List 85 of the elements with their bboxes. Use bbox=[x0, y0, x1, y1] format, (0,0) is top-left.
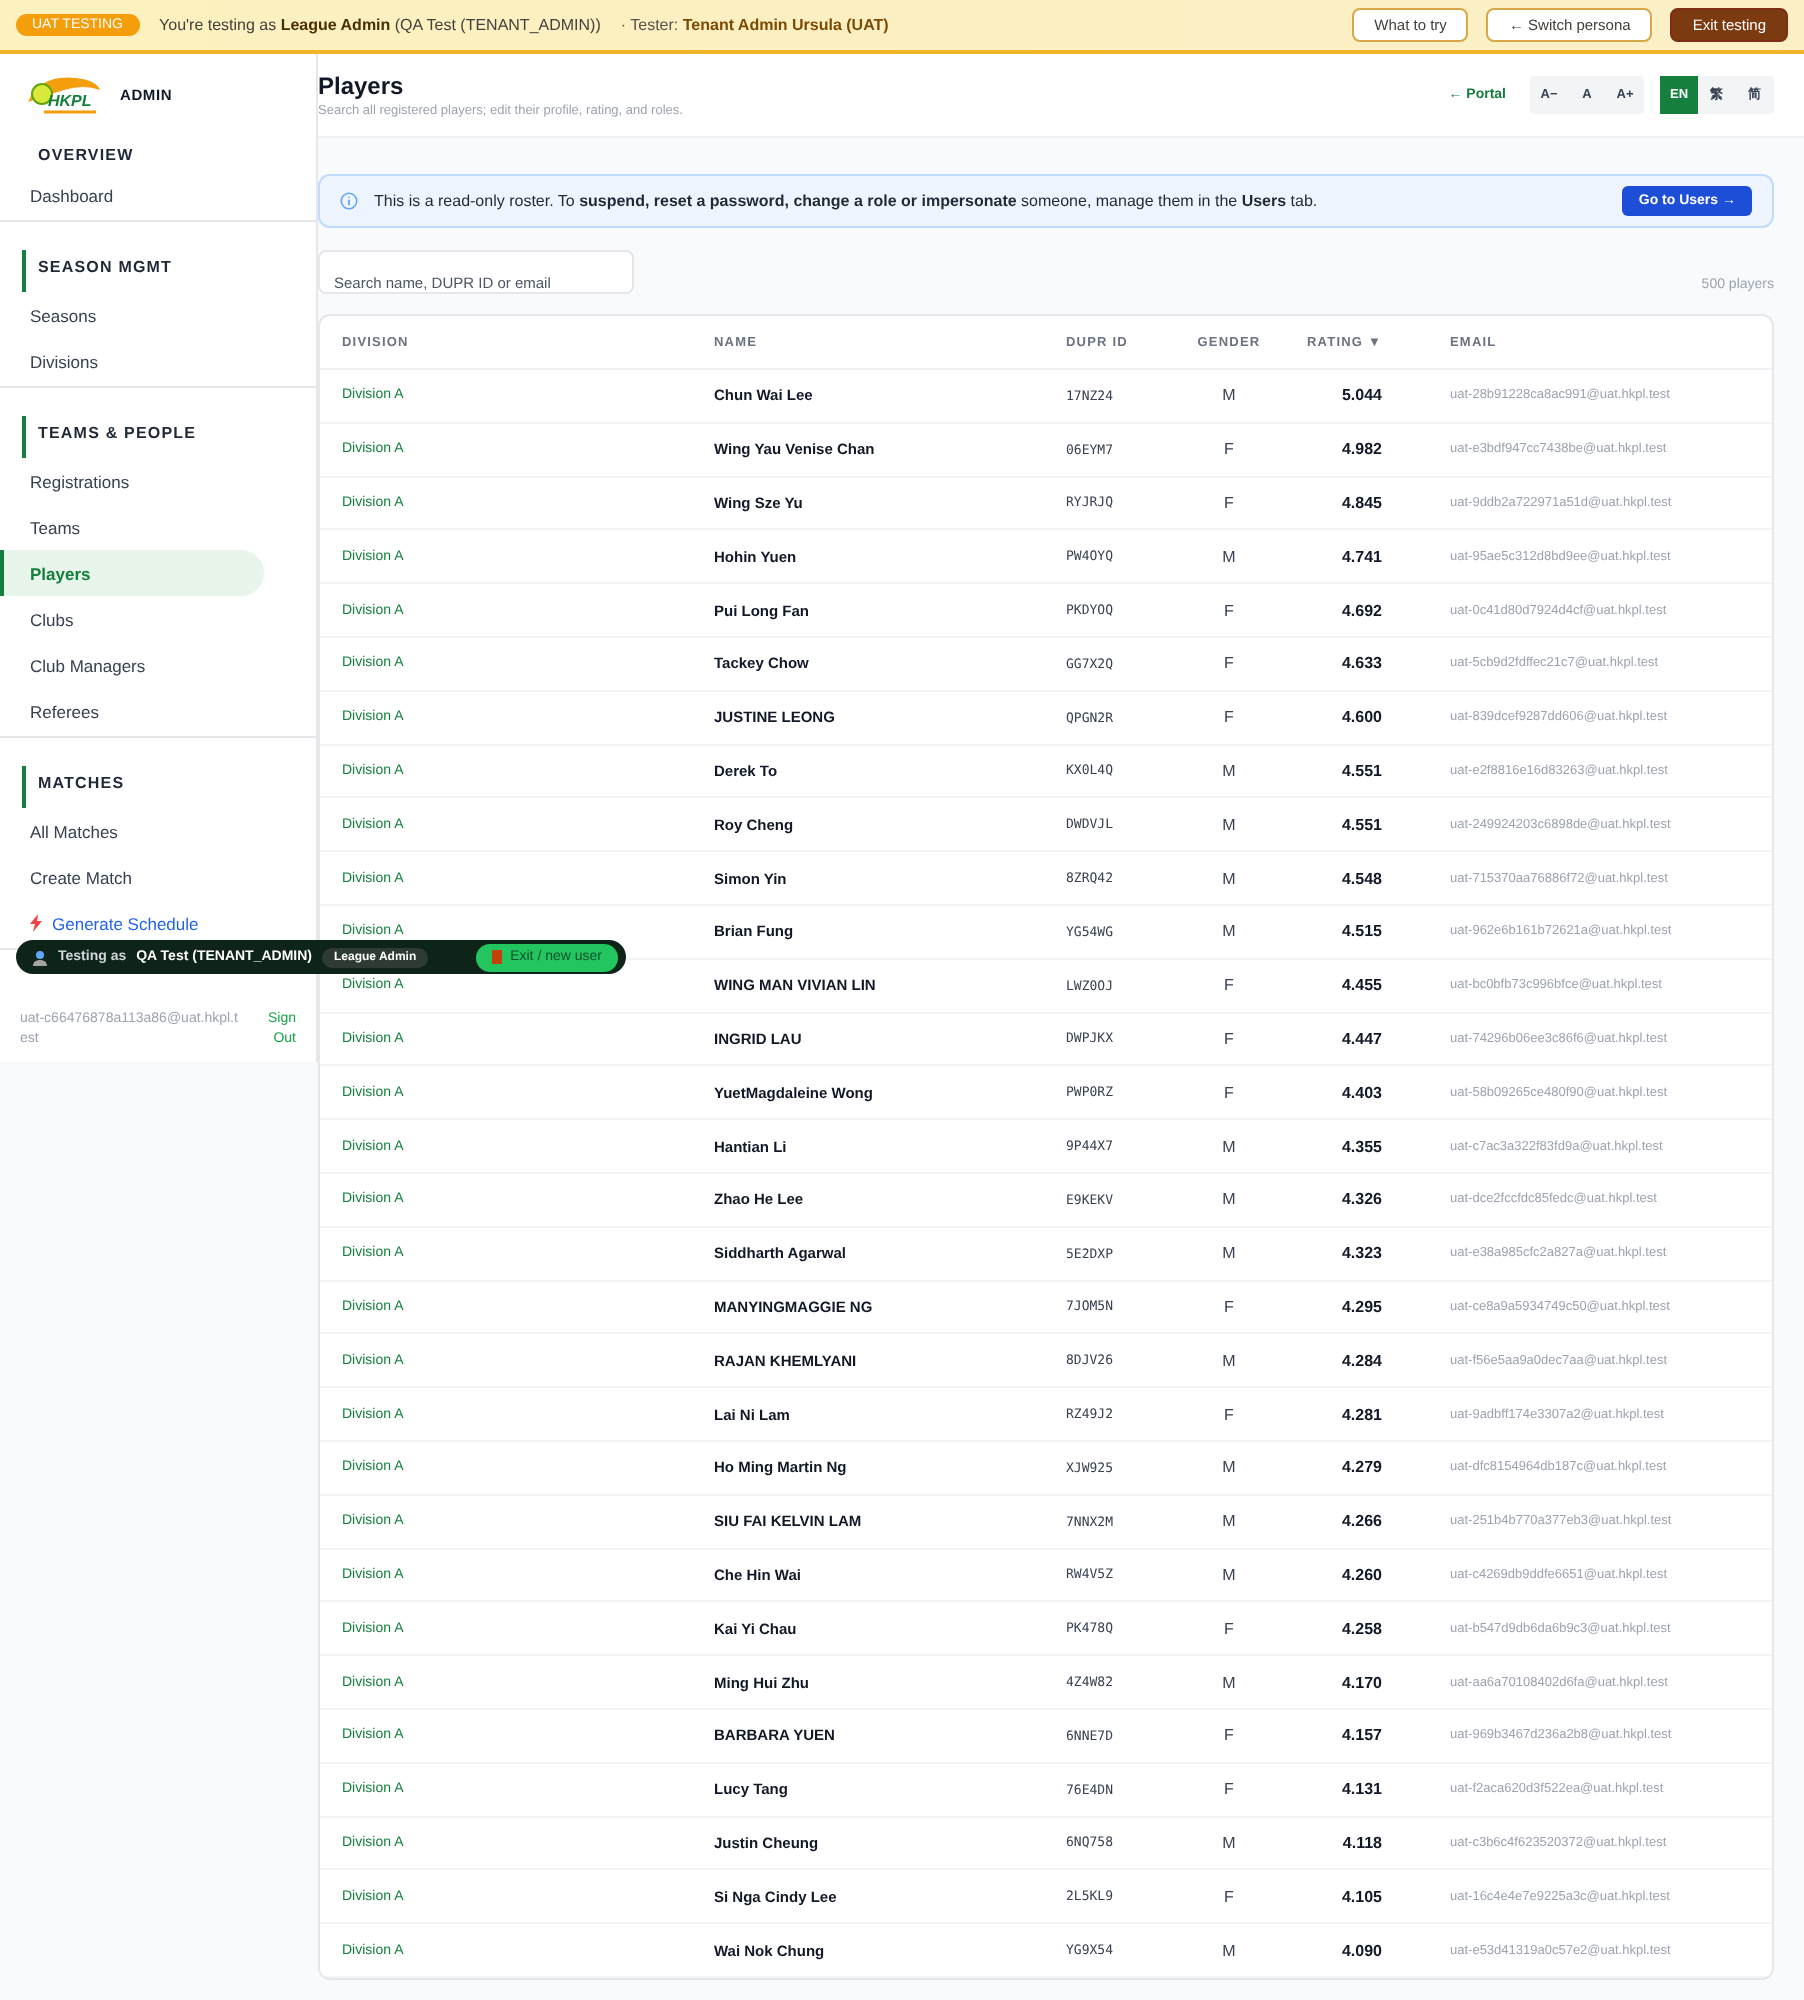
sidebar-item[interactable]: All Matches bbox=[0, 808, 316, 854]
sidebar-item[interactable]: Registrations bbox=[0, 458, 316, 504]
rating-cell-text: 4.260 bbox=[1339, 1565, 1382, 1584]
gender-cell-text: F bbox=[1222, 440, 1236, 459]
gender-cell-text: F bbox=[1222, 654, 1236, 673]
rating-cell-text: 5.044 bbox=[1339, 386, 1382, 405]
rating-cell-text: 4.741 bbox=[1339, 547, 1382, 566]
rating-cell-text: 4.131 bbox=[1339, 1780, 1382, 1799]
rating-cell-text: 4.266 bbox=[1339, 1512, 1382, 1531]
gender-cell-text: F bbox=[1222, 1297, 1236, 1316]
rating-cell-text: 4.258 bbox=[1339, 1619, 1382, 1638]
info-icon bbox=[340, 192, 358, 210]
sidebar-item[interactable]: Divisions bbox=[0, 338, 316, 384]
rating-cell-text: 4.600 bbox=[1339, 708, 1382, 727]
rating-cell-text: 4.323 bbox=[1339, 1244, 1382, 1263]
gender-cell-text: F bbox=[1222, 1726, 1236, 1745]
gender-cell-text: M bbox=[1220, 869, 1238, 888]
gender-cell-text: M bbox=[1220, 922, 1238, 941]
gender-cell-text: M bbox=[1220, 1833, 1238, 1852]
rating-cell-text: 4.692 bbox=[1339, 601, 1382, 620]
gender-cell-text: M bbox=[1220, 761, 1238, 780]
rating-cell-text: 4.551 bbox=[1339, 761, 1382, 780]
rating-cell-text: 4.170 bbox=[1339, 1673, 1382, 1692]
rating-cell-text: 4.090 bbox=[1339, 1941, 1382, 1959]
gender-cell-text: F bbox=[1222, 708, 1236, 727]
gender-cell-text: F bbox=[1222, 601, 1236, 620]
rating-cell-text: 4.157 bbox=[1339, 1726, 1382, 1745]
rating-cell-text: 4.279 bbox=[1339, 1458, 1382, 1477]
sidebar-item[interactable]: Players bbox=[0, 550, 264, 596]
section-title: MATCHES bbox=[22, 766, 125, 808]
rating-cell-text: 4.515 bbox=[1339, 922, 1382, 941]
sidebar-item[interactable]: Club Managers bbox=[0, 642, 316, 688]
gender-cell-text: M bbox=[1220, 1565, 1238, 1584]
rating-cell-text: 4.403 bbox=[1339, 1083, 1382, 1102]
gender-cell-text: F bbox=[1222, 1083, 1236, 1102]
gender-cell-text: F bbox=[1222, 1405, 1236, 1424]
gender-cell-text: M bbox=[1220, 386, 1238, 405]
sidebar-item[interactable]: Generate Schedule bbox=[0, 900, 316, 946]
gender-cell-text: F bbox=[1222, 1029, 1236, 1048]
user-icon bbox=[32, 949, 48, 965]
notice-text: This is a read-only roster. To suspend, reset a password, change a role or impersonate someone, manage them in the Users tab. bbox=[374, 192, 1318, 210]
gender-cell-text: M bbox=[1220, 815, 1238, 834]
section-title: OVERVIEW bbox=[36, 146, 134, 168]
bolt-icon bbox=[30, 914, 42, 932]
rating-cell-text: 4.551 bbox=[1339, 815, 1382, 834]
gender-cell-text: F bbox=[1222, 1887, 1236, 1906]
sidebar-item[interactable]: Teams bbox=[0, 504, 316, 550]
gender-cell-text: F bbox=[1222, 493, 1236, 512]
rating-cell-text: 4.281 bbox=[1339, 1405, 1382, 1424]
gender-cell-text: M bbox=[1220, 1458, 1238, 1477]
gender-cell-text: M bbox=[1220, 1244, 1238, 1263]
rating-cell-text: 4.326 bbox=[1339, 1190, 1382, 1209]
tester-label: · Tester: Tenant Admin Ursula (UAT) bbox=[620, 16, 889, 34]
rating-cell-text: 4.982 bbox=[1339, 440, 1382, 459]
gender-cell-text: M bbox=[1220, 1190, 1238, 1209]
gender-cell-text: M bbox=[1220, 1673, 1238, 1692]
sidebar-item[interactable]: Create Match bbox=[0, 854, 316, 900]
gender-cell-text: M bbox=[1220, 1351, 1238, 1370]
gender-cell-text: M bbox=[1220, 1512, 1238, 1531]
sidebar-item[interactable]: Dashboard bbox=[0, 172, 316, 218]
page-title: Players bbox=[318, 72, 406, 100]
gender-cell-text: F bbox=[1222, 1780, 1236, 1799]
sidebar-item[interactable]: Referees bbox=[0, 688, 316, 734]
rating-cell-text: 4.455 bbox=[1339, 976, 1382, 995]
rating-cell-text: 4.118 bbox=[1340, 1833, 1382, 1852]
gender-cell-text: F bbox=[1222, 1619, 1236, 1638]
rating-cell-text: 4.633 bbox=[1339, 654, 1382, 673]
rating-cell-text: 4.447 bbox=[1339, 1029, 1382, 1048]
gender-cell-text: M bbox=[1220, 1137, 1238, 1156]
gender-cell-text: M bbox=[1220, 1941, 1238, 1959]
rating-cell-text: 4.355 bbox=[1339, 1137, 1382, 1156]
gender-cell-text: M bbox=[1220, 547, 1238, 566]
rating-cell-text: 4.548 bbox=[1339, 869, 1382, 888]
rating-cell-text: 4.284 bbox=[1339, 1351, 1382, 1370]
rating-cell-text: 4.105 bbox=[1339, 1887, 1382, 1906]
testing-message: You're testing as League Admin (QA Test (TENANT_ADMIN)) bbox=[159, 16, 601, 34]
gender-cell-text: F bbox=[1222, 976, 1236, 995]
door-icon bbox=[492, 950, 503, 964]
section-title: TEAMS & PEOPLE bbox=[22, 416, 197, 458]
rating-cell-text: 4.295 bbox=[1339, 1297, 1382, 1316]
sidebar-item[interactable]: Seasons bbox=[0, 292, 316, 338]
sidebar-item[interactable]: Clubs bbox=[0, 596, 316, 642]
section-title: SEASON MGMT bbox=[22, 250, 173, 292]
rating-cell-text: 4.845 bbox=[1339, 493, 1382, 512]
league-logo: HKPL bbox=[24, 70, 104, 118]
